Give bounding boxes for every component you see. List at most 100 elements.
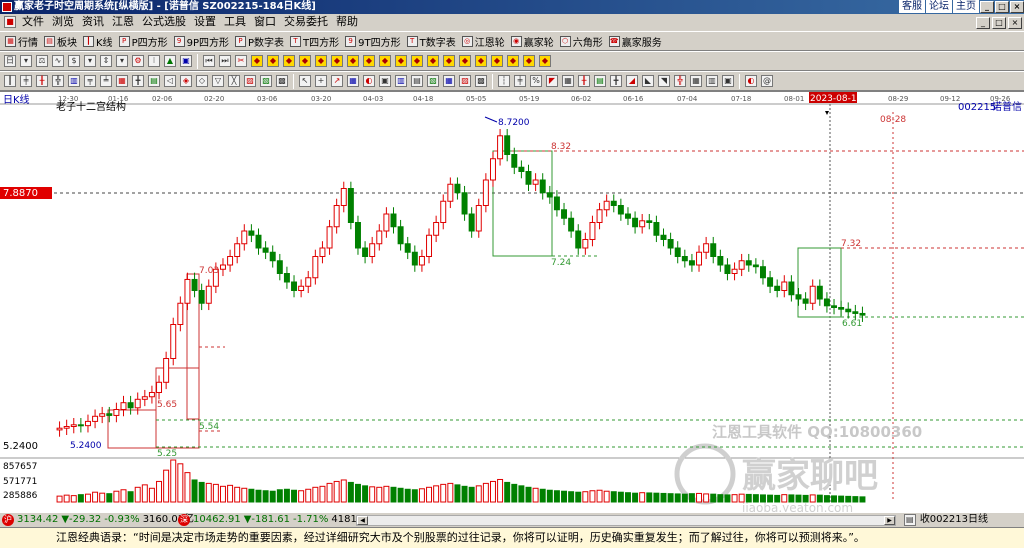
candle[interactable] <box>539 179 546 194</box>
candle[interactable] <box>589 222 596 240</box>
candle[interactable] <box>347 188 354 223</box>
color-wheel-icon[interactable]: ◐ <box>745 75 757 87</box>
menu-tools[interactable]: 工具 <box>220 14 250 30</box>
candle[interactable] <box>653 222 660 236</box>
close-button[interactable]: × <box>1010 1 1024 13</box>
diamond13-icon[interactable]: ◆ <box>443 55 455 67</box>
candle[interactable] <box>504 135 511 155</box>
home-link[interactable]: 主页 <box>953 0 979 13</box>
candle[interactable] <box>248 230 255 236</box>
diamond17-icon[interactable]: ◆ <box>507 55 519 67</box>
candle[interactable] <box>639 220 646 228</box>
diamond1-icon[interactable]: ◆ <box>251 55 263 67</box>
sector-button[interactable]: ▤ 板块 <box>41 33 80 50</box>
9p-square-button[interactable]: 9 9P四方形 <box>171 33 232 50</box>
p-number-table-button[interactable]: P P数字表 <box>232 33 287 50</box>
candle[interactable] <box>326 226 333 249</box>
candle[interactable] <box>646 220 653 224</box>
scroll-right-icon[interactable]: ▶ <box>884 516 895 525</box>
menu-help[interactable]: 帮助 <box>332 14 362 30</box>
sz-index[interactable]: 深 10462.91 ▼-181.61 -1.71% 4181 <box>178 513 357 527</box>
candle[interactable] <box>859 312 866 316</box>
candle[interactable] <box>184 278 191 304</box>
candle[interactable] <box>447 183 454 202</box>
candle[interactable] <box>170 324 177 359</box>
t-square-button[interactable]: T T四方形 <box>287 33 342 50</box>
diamond9-icon[interactable]: ◆ <box>379 55 391 67</box>
candle[interactable] <box>461 192 468 215</box>
draw-tool40-icon[interactable]: ▣ <box>722 75 734 87</box>
candle[interactable] <box>177 302 184 325</box>
candle[interactable] <box>823 298 830 307</box>
draw-tool18-icon[interactable]: ▦ <box>347 75 359 87</box>
diamond15-icon[interactable]: ◆ <box>475 55 487 67</box>
candle[interactable] <box>84 420 91 427</box>
arrow-updown-icon[interactable]: ⇕ <box>100 55 112 67</box>
draw-tool15-icon[interactable]: ▧ <box>260 75 272 87</box>
draw-tool3-icon[interactable]: ▥ <box>68 75 80 87</box>
menu-browse[interactable]: 浏览 <box>48 14 78 30</box>
candle[interactable] <box>312 256 319 279</box>
stock-tag[interactable]: ▤ 收002213日线 <box>902 513 988 527</box>
candle[interactable] <box>781 281 788 291</box>
mdi-minimize-button[interactable]: _ <box>976 17 990 29</box>
menu-settings[interactable]: 设置 <box>190 14 220 30</box>
diamond11-icon[interactable]: ◆ <box>411 55 423 67</box>
candle[interactable] <box>255 234 262 249</box>
candle[interactable] <box>575 230 582 249</box>
candle[interactable] <box>511 154 518 168</box>
percent-icon[interactable]: % <box>530 75 542 87</box>
scale-dropdown-icon[interactable]: ▾ <box>84 55 96 67</box>
candle[interactable] <box>525 171 532 185</box>
candle[interactable] <box>99 413 106 417</box>
candle[interactable] <box>362 247 369 257</box>
candle[interactable] <box>518 166 525 172</box>
candle[interactable] <box>731 268 738 274</box>
candle[interactable] <box>433 222 440 236</box>
diamond16-icon[interactable]: ◆ <box>491 55 503 67</box>
candle[interactable] <box>319 247 326 257</box>
candle[interactable] <box>596 209 603 223</box>
candle[interactable] <box>738 260 745 270</box>
draw-tool25-icon[interactable]: ▨ <box>459 75 471 87</box>
menu-info[interactable]: 资讯 <box>78 14 108 30</box>
candle[interactable] <box>582 239 589 249</box>
draw-tool29-icon[interactable]: ◤ <box>546 75 558 87</box>
candle[interactable] <box>674 247 681 257</box>
candle[interactable] <box>468 213 475 232</box>
candle[interactable] <box>383 213 390 232</box>
draw-tool16-icon[interactable]: ▩ <box>276 75 288 87</box>
candle[interactable] <box>397 226 404 245</box>
candle[interactable] <box>390 213 397 228</box>
candle[interactable] <box>617 205 624 215</box>
draw-tool10-icon[interactable]: ◈ <box>180 75 192 87</box>
draw-tool36-icon[interactable]: ◥ <box>658 75 670 87</box>
restore-button[interactable]: □ <box>995 1 1009 13</box>
candle[interactable] <box>411 251 418 266</box>
gear-icon[interactable]: ⚙ <box>132 55 144 67</box>
diamond10-icon[interactable]: ◆ <box>395 55 407 67</box>
cursor-icon[interactable]: ↖ <box>299 75 311 87</box>
candle[interactable] <box>688 260 695 266</box>
scissors-icon[interactable]: ✂ <box>235 55 247 67</box>
diamond6-icon[interactable]: ◆ <box>331 55 343 67</box>
mdi-restore-button[interactable]: □ <box>992 17 1006 29</box>
candle[interactable] <box>106 413 113 416</box>
menu-trade[interactable]: 交易委托 <box>280 14 332 30</box>
candle[interactable] <box>262 247 269 253</box>
draw-tool38-icon[interactable]: ▦ <box>690 75 702 87</box>
candle[interactable] <box>802 298 809 304</box>
candle[interactable] <box>816 285 823 300</box>
diamond2-icon[interactable]: ◆ <box>267 55 279 67</box>
first-icon[interactable]: ⏮ <box>203 55 215 67</box>
forum-link[interactable]: 论坛 <box>926 0 952 13</box>
draw-tool22-icon[interactable]: ▤ <box>411 75 423 87</box>
last-icon[interactable]: ⏭ <box>219 55 231 67</box>
day-period-icon[interactable]: 日 <box>4 55 16 67</box>
candle[interactable] <box>305 277 312 287</box>
draw-tool20-icon[interactable]: ▣ <box>379 75 391 87</box>
candle[interactable] <box>141 396 148 400</box>
draw-tool24-icon[interactable]: ▦ <box>443 75 455 87</box>
winner-service-button[interactable]: ☎ 赢家服务 <box>606 33 665 50</box>
candle[interactable] <box>845 308 852 313</box>
